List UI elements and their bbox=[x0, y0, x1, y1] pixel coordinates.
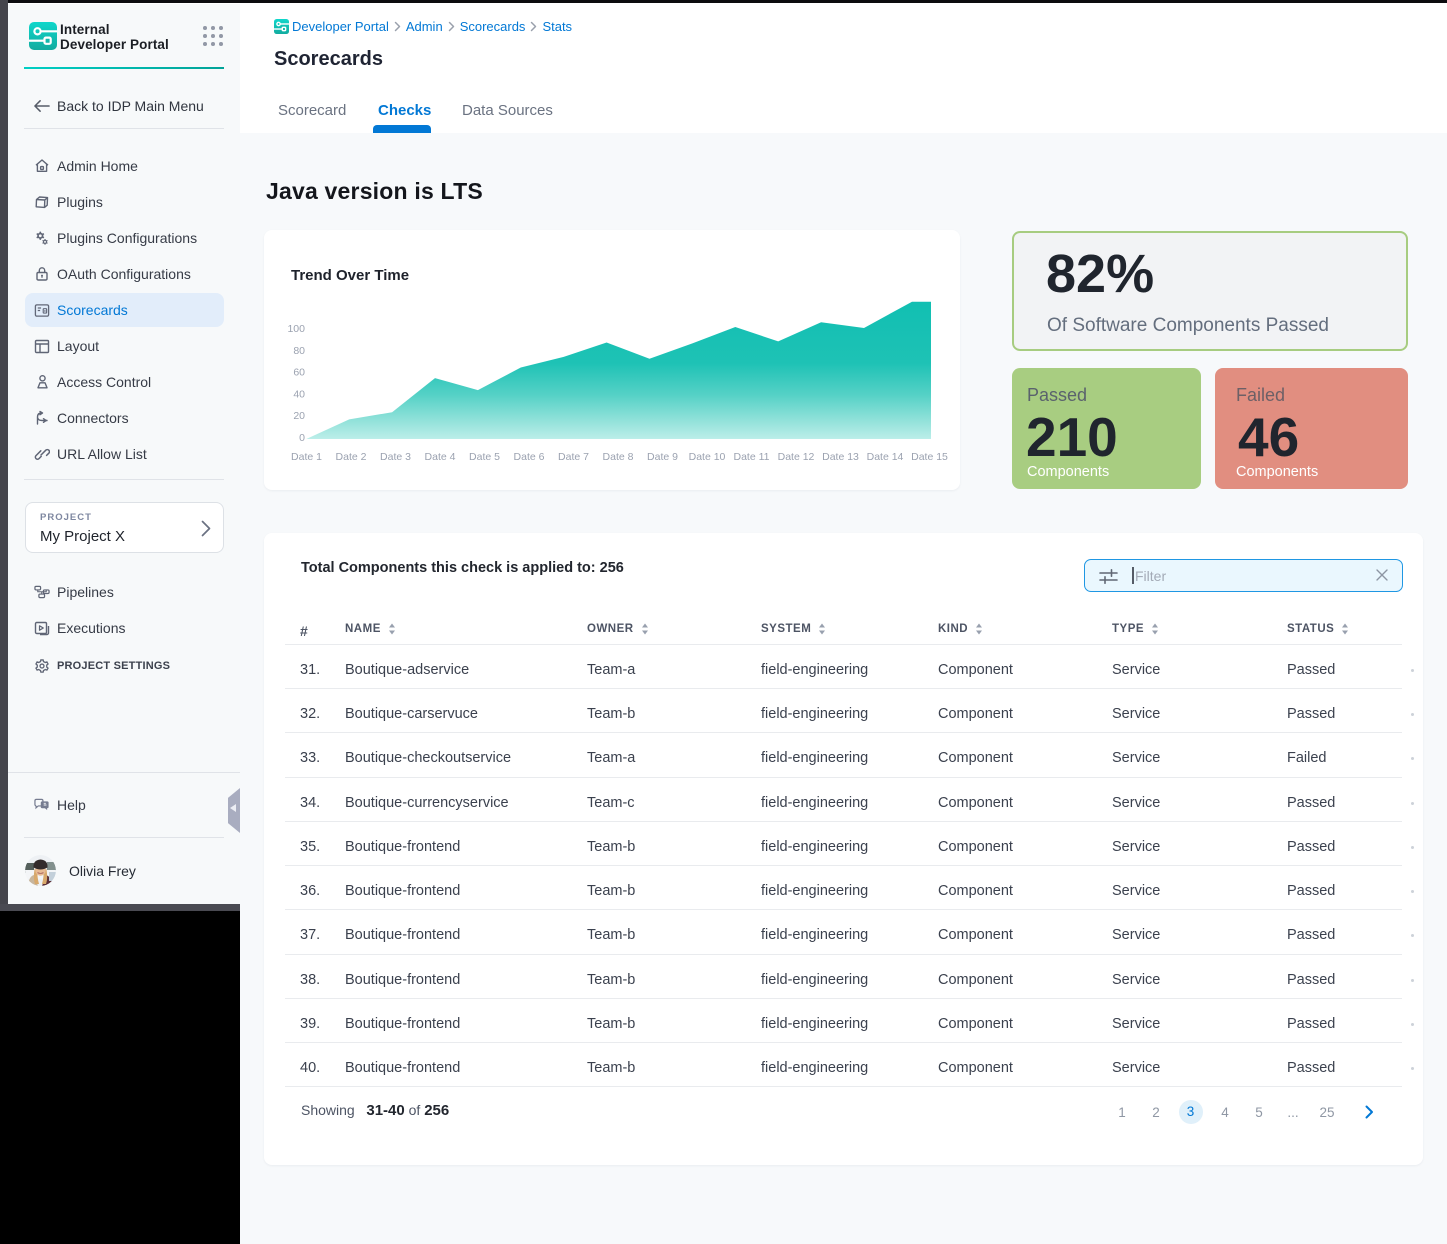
svg-text:Date 11: Date 11 bbox=[734, 451, 770, 463]
svg-text:Date 10: Date 10 bbox=[689, 451, 726, 463]
svg-text:Date 15: Date 15 bbox=[911, 451, 948, 463]
svg-text:Date 14: Date 14 bbox=[867, 451, 904, 463]
svg-text:Date 2: Date 2 bbox=[336, 451, 367, 463]
svg-text:Date 5: Date 5 bbox=[469, 451, 500, 463]
svg-text:Date 9: Date 9 bbox=[647, 451, 678, 463]
svg-text:60: 60 bbox=[293, 367, 305, 379]
svg-text:40: 40 bbox=[293, 388, 305, 400]
svg-text:Date 13: Date 13 bbox=[822, 451, 859, 463]
svg-text:80: 80 bbox=[293, 345, 305, 357]
svg-text:0: 0 bbox=[299, 432, 305, 444]
svg-text:Date 1: Date 1 bbox=[291, 451, 322, 463]
svg-text:Date 4: Date 4 bbox=[425, 451, 456, 463]
svg-text:Date 6: Date 6 bbox=[514, 451, 545, 463]
svg-text:Date 12: Date 12 bbox=[778, 451, 815, 463]
svg-text:100: 100 bbox=[287, 323, 305, 335]
svg-text:20: 20 bbox=[293, 410, 305, 422]
svg-text:Date 8: Date 8 bbox=[603, 451, 634, 463]
svg-text:Date 7: Date 7 bbox=[558, 451, 589, 463]
svg-text:Date 3: Date 3 bbox=[380, 451, 411, 463]
